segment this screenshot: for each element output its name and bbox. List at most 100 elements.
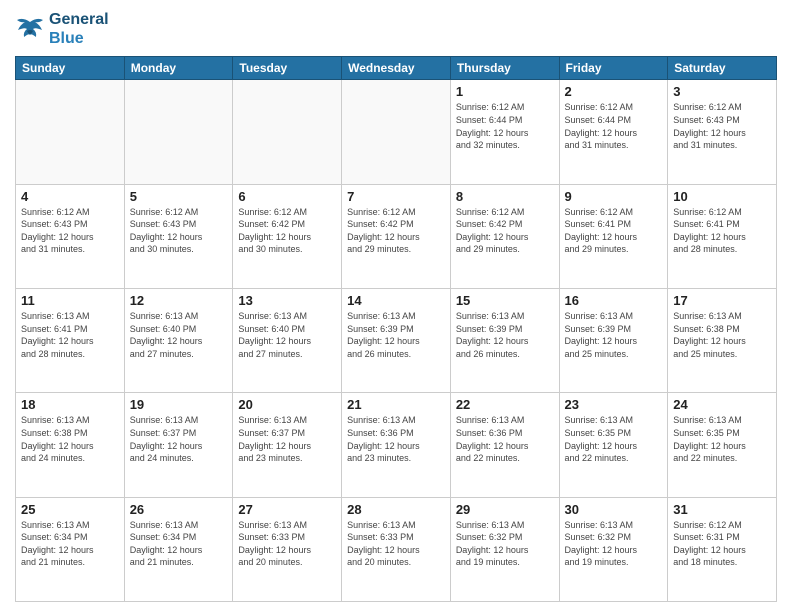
day-number: 15 xyxy=(456,293,554,308)
day-number: 20 xyxy=(238,397,336,412)
logo: General Blue xyxy=(15,10,109,48)
day-number: 16 xyxy=(565,293,663,308)
day-info: Sunrise: 6:12 AM Sunset: 6:42 PM Dayligh… xyxy=(238,206,336,256)
day-info: Sunrise: 6:13 AM Sunset: 6:36 PM Dayligh… xyxy=(347,414,445,464)
day-info: Sunrise: 6:13 AM Sunset: 6:35 PM Dayligh… xyxy=(565,414,663,464)
day-info: Sunrise: 6:13 AM Sunset: 6:34 PM Dayligh… xyxy=(130,519,228,569)
day-info: Sunrise: 6:13 AM Sunset: 6:40 PM Dayligh… xyxy=(130,310,228,360)
calendar-cell: 31Sunrise: 6:12 AM Sunset: 6:31 PM Dayli… xyxy=(668,497,777,601)
calendar-cell: 5 Sunrise: 6:12 AM Sunset: 6:43 PM Daylig… xyxy=(124,184,233,288)
day-number: 30 xyxy=(565,502,663,517)
calendar-cell: 12 Sunrise: 6:13 AM Sunset: 6:40 PM Dayli… xyxy=(124,289,233,393)
calendar-cell: 16 Sunrise: 6:13 AM Sunset: 6:39 PM Dayli… xyxy=(559,289,668,393)
day-info: Sunrise: 6:13 AM Sunset: 6:37 PM Dayligh… xyxy=(238,414,336,464)
header: General Blue xyxy=(15,10,777,48)
day-number: 2 xyxy=(565,84,663,99)
calendar-cell: 10 Sunrise: 6:12 AM Sunset: 6:41 PM Dayli… xyxy=(668,184,777,288)
calendar-cell: 1 Sunrise: 6:12 AM Sunset: 6:44 PM Daylig… xyxy=(450,80,559,184)
calendar-cell: 25Sunrise: 6:13 AM Sunset: 6:34 PM Dayli… xyxy=(16,497,125,601)
calendar-cell: 19 Sunrise: 6:13 AM Sunset: 6:37 PM Dayli… xyxy=(124,393,233,497)
day-info: Sunrise: 6:13 AM Sunset: 6:36 PM Dayligh… xyxy=(456,414,554,464)
day-number: 19 xyxy=(130,397,228,412)
calendar-cell: 23Sunrise: 6:13 AM Sunset: 6:35 PM Dayli… xyxy=(559,393,668,497)
week-row-5: 25 Sunrise: 6:13 AM Sunset: 6:34 PM Dayli… xyxy=(16,497,777,601)
day-number: 21 xyxy=(347,397,445,412)
day-number: 11 xyxy=(21,293,119,308)
weekday-header-wednesday: Wednesday xyxy=(342,57,451,80)
day-number: 5 xyxy=(130,189,228,204)
calendar-cell: 8Sunrise: 6:12 AM Sunset: 6:42 PM Daylig… xyxy=(450,184,559,288)
calendar-cell: 18 Sunrise: 6:13 AM Sunset: 6:38 PM Dayli… xyxy=(16,393,125,497)
day-info: Sunrise: 6:13 AM Sunset: 6:39 PM Dayligh… xyxy=(565,310,663,360)
weekday-header-tuesday: Tuesday xyxy=(233,57,342,80)
week-row-3: 11 Sunrise: 6:13 AM Sunset: 6:41 PM Dayli… xyxy=(16,289,777,393)
calendar-cell: 29Sunrise: 6:13 AM Sunset: 6:32 PM Dayli… xyxy=(450,497,559,601)
day-number: 9 xyxy=(565,189,663,204)
calendar-cell: 13 Sunrise: 6:13 AM Sunset: 6:40 PM Dayli… xyxy=(233,289,342,393)
weekday-header-friday: Friday xyxy=(559,57,668,80)
weekday-header-saturday: Saturday xyxy=(668,57,777,80)
day-number: 10 xyxy=(673,189,771,204)
calendar-cell: 9Sunrise: 6:12 AM Sunset: 6:41 PM Daylig… xyxy=(559,184,668,288)
day-number: 6 xyxy=(238,189,336,204)
calendar-cell: 26Sunrise: 6:13 AM Sunset: 6:34 PM Dayli… xyxy=(124,497,233,601)
day-number: 8 xyxy=(456,189,554,204)
calendar-cell: 22 Sunrise: 6:13 AM Sunset: 6:36 PM Dayli… xyxy=(450,393,559,497)
logo-bird-icon xyxy=(15,17,45,42)
calendar-cell: 4 Sunrise: 6:12 AM Sunset: 6:43 PM Daylig… xyxy=(16,184,125,288)
day-info: Sunrise: 6:13 AM Sunset: 6:40 PM Dayligh… xyxy=(238,310,336,360)
calendar-cell: 20 Sunrise: 6:13 AM Sunset: 6:37 PM Dayli… xyxy=(233,393,342,497)
week-row-4: 18 Sunrise: 6:13 AM Sunset: 6:38 PM Dayli… xyxy=(16,393,777,497)
day-number: 4 xyxy=(21,189,119,204)
day-info: Sunrise: 6:12 AM Sunset: 6:41 PM Dayligh… xyxy=(673,206,771,256)
day-info: Sunrise: 6:12 AM Sunset: 6:44 PM Dayligh… xyxy=(456,101,554,151)
calendar-cell: 27Sunrise: 6:13 AM Sunset: 6:33 PM Dayli… xyxy=(233,497,342,601)
day-number: 24 xyxy=(673,397,771,412)
calendar-cell xyxy=(124,80,233,184)
calendar-cell: 28 Sunrise: 6:13 AM Sunset: 6:33 PM Dayli… xyxy=(342,497,451,601)
calendar-cell: 6 Sunrise: 6:12 AM Sunset: 6:42 PM Daylig… xyxy=(233,184,342,288)
day-info: Sunrise: 6:13 AM Sunset: 6:39 PM Dayligh… xyxy=(347,310,445,360)
day-number: 25 xyxy=(21,502,119,517)
weekday-header-thursday: Thursday xyxy=(450,57,559,80)
day-info: Sunrise: 6:13 AM Sunset: 6:32 PM Dayligh… xyxy=(565,519,663,569)
day-info: Sunrise: 6:13 AM Sunset: 6:38 PM Dayligh… xyxy=(673,310,771,360)
day-number: 18 xyxy=(21,397,119,412)
weekday-header-sunday: Sunday xyxy=(16,57,125,80)
day-number: 1 xyxy=(456,84,554,99)
day-info: Sunrise: 6:12 AM Sunset: 6:43 PM Dayligh… xyxy=(130,206,228,256)
day-number: 13 xyxy=(238,293,336,308)
calendar-cell xyxy=(16,80,125,184)
day-info: Sunrise: 6:12 AM Sunset: 6:44 PM Dayligh… xyxy=(565,101,663,151)
day-number: 22 xyxy=(456,397,554,412)
day-info: Sunrise: 6:13 AM Sunset: 6:41 PM Dayligh… xyxy=(21,310,119,360)
day-number: 14 xyxy=(347,293,445,308)
calendar-cell xyxy=(233,80,342,184)
calendar-cell: 15 Sunrise: 6:13 AM Sunset: 6:39 PM Dayli… xyxy=(450,289,559,393)
calendar-cell: 11 Sunrise: 6:13 AM Sunset: 6:41 PM Dayli… xyxy=(16,289,125,393)
calendar-table: SundayMondayTuesdayWednesdayThursdayFrid… xyxy=(15,56,777,602)
day-info: Sunrise: 6:12 AM Sunset: 6:43 PM Dayligh… xyxy=(673,101,771,151)
calendar-cell: 17 Sunrise: 6:13 AM Sunset: 6:38 PM Dayli… xyxy=(668,289,777,393)
calendar-cell: 7Sunrise: 6:12 AM Sunset: 6:42 PM Daylig… xyxy=(342,184,451,288)
day-info: Sunrise: 6:13 AM Sunset: 6:38 PM Dayligh… xyxy=(21,414,119,464)
day-info: Sunrise: 6:13 AM Sunset: 6:32 PM Dayligh… xyxy=(456,519,554,569)
day-info: Sunrise: 6:13 AM Sunset: 6:39 PM Dayligh… xyxy=(456,310,554,360)
day-info: Sunrise: 6:12 AM Sunset: 6:43 PM Dayligh… xyxy=(21,206,119,256)
weekday-header-monday: Monday xyxy=(124,57,233,80)
calendar-cell: 30 Sunrise: 6:13 AM Sunset: 6:32 PM Dayli… xyxy=(559,497,668,601)
calendar-cell: 14 Sunrise: 6:13 AM Sunset: 6:39 PM Dayli… xyxy=(342,289,451,393)
day-info: Sunrise: 6:13 AM Sunset: 6:35 PM Dayligh… xyxy=(673,414,771,464)
day-info: Sunrise: 6:12 AM Sunset: 6:42 PM Dayligh… xyxy=(347,206,445,256)
calendar-cell: 24 Sunrise: 6:13 AM Sunset: 6:35 PM Dayli… xyxy=(668,393,777,497)
page: General Blue SundayMondayTuesdayWednesda… xyxy=(0,0,792,612)
day-number: 12 xyxy=(130,293,228,308)
day-info: Sunrise: 6:13 AM Sunset: 6:37 PM Dayligh… xyxy=(130,414,228,464)
day-number: 28 xyxy=(347,502,445,517)
day-info: Sunrise: 6:13 AM Sunset: 6:33 PM Dayligh… xyxy=(347,519,445,569)
calendar-cell: 2 Sunrise: 6:12 AM Sunset: 6:44 PM Daylig… xyxy=(559,80,668,184)
day-info: Sunrise: 6:12 AM Sunset: 6:31 PM Dayligh… xyxy=(673,519,771,569)
day-number: 27 xyxy=(238,502,336,517)
week-row-1: 1 Sunrise: 6:12 AM Sunset: 6:44 PM Daylig… xyxy=(16,80,777,184)
day-number: 17 xyxy=(673,293,771,308)
